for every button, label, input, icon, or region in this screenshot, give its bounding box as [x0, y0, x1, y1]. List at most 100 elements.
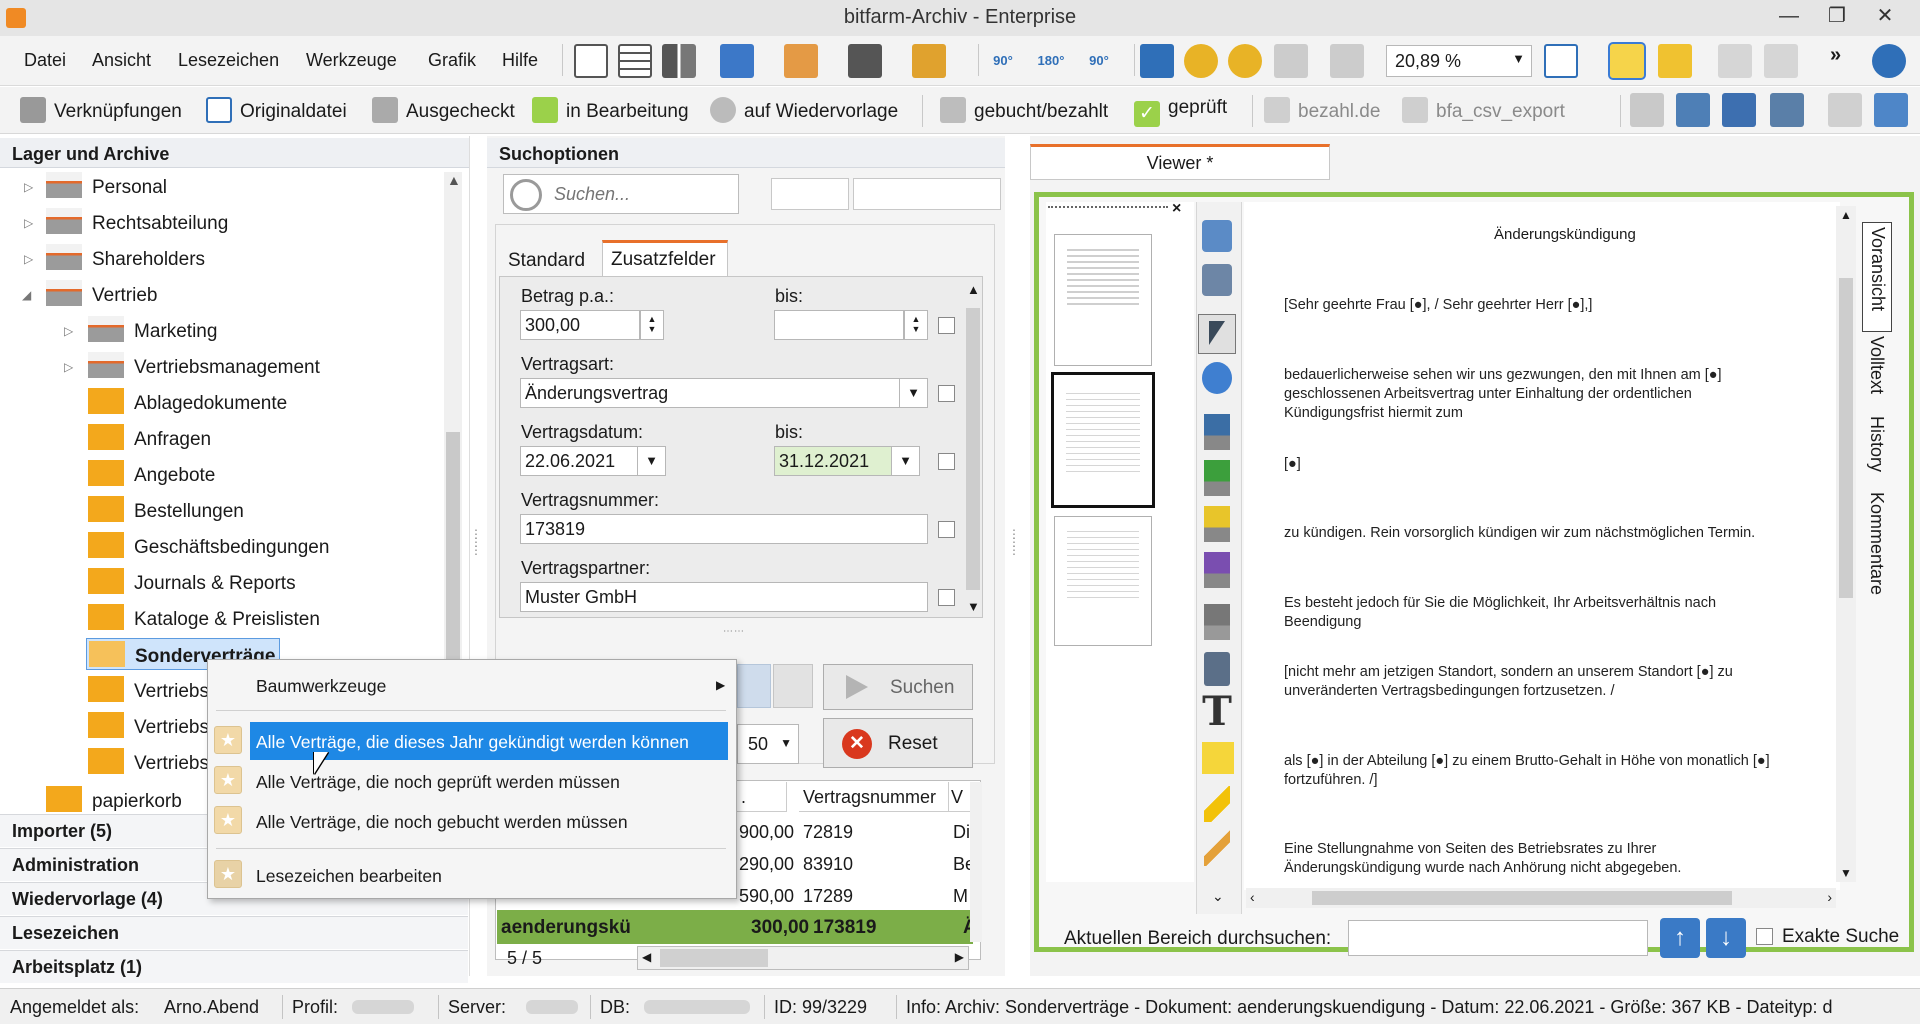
rotate-180-icon[interactable]: 180° [1034, 44, 1068, 78]
tree-item-shareholders[interactable]: Shareholders [46, 244, 205, 278]
vertragsart-checkbox[interactable] [938, 385, 955, 402]
document-edit-icon[interactable] [1764, 44, 1798, 78]
resize-grip[interactable]: ⋯⋯ [723, 626, 767, 637]
search-field-b[interactable] [853, 178, 1001, 210]
highlighter-icon[interactable] [1204, 786, 1230, 822]
doc-lock-icon[interactable] [1874, 93, 1908, 127]
accordion-arbeitsplatz[interactable]: Arbeitsplatz (1) [0, 950, 468, 983]
csv-export-button[interactable]: bfa_csv_export [1402, 97, 1565, 123]
original-file-button[interactable]: Originaldatei [206, 97, 347, 123]
tree-item-anfragen[interactable]: Anfragen [88, 424, 211, 458]
thumbnail-page-3[interactable] [1054, 516, 1152, 646]
tree-item-geschaeftsbedingungen[interactable]: Geschäftsbedingungen [88, 532, 329, 566]
links-button[interactable]: Verknüpfungen [20, 97, 182, 123]
tree-view-icon[interactable] [574, 44, 608, 78]
lock-icon[interactable] [1274, 44, 1308, 78]
list-view-icon[interactable] [618, 44, 652, 78]
betrag-input[interactable]: 300,00 [520, 310, 640, 340]
search-field-a[interactable] [771, 178, 849, 210]
move-tool-icon[interactable] [1202, 362, 1232, 394]
menu-grafik[interactable]: Grafik [428, 50, 476, 71]
menu-item-lesezeichen-bearbeiten[interactable]: Lesezeichen bearbeiten [256, 866, 442, 887]
bookmark-item-pruefen[interactable]: Alle Verträge, die noch geprüft werden m… [256, 772, 620, 793]
stamp-purple-icon[interactable] [1204, 552, 1230, 588]
side-tab-kommentare[interactable]: Kommentare [1866, 492, 1887, 595]
vertragspartner-input[interactable]: Muster GmbH [520, 582, 928, 612]
rotate-left-icon[interactable]: 90° [986, 44, 1020, 78]
tree-item-vertriebs-3[interactable]: Vertriebs [88, 748, 209, 782]
results-header-v[interactable]: V [949, 782, 971, 812]
tree-item-vertriebs-2[interactable]: Vertriebs [88, 712, 209, 746]
bezahl-de-button[interactable]: bezahl.de [1264, 97, 1380, 123]
table-row-selected[interactable]: aenderungskü300,00173819Ä [497, 910, 977, 944]
document-icon[interactable] [1718, 44, 1752, 78]
search-down-button[interactable]: ↓ [1706, 918, 1746, 958]
tree-item-vertriebsmanagement[interactable]: Vertriebsmanagement [88, 352, 320, 386]
splitter-handle[interactable]: ⋮ ⋮ ⋮ [1008, 528, 1020, 574]
resubmission-button[interactable]: auf Wiedervorlage [710, 97, 898, 123]
delete-icon[interactable] [1828, 93, 1862, 127]
menu-ansicht[interactable]: Ansicht [92, 50, 151, 71]
betrag-bis-stepper[interactable]: ▲ ▼ [904, 310, 928, 340]
tile-view-icon[interactable] [662, 44, 696, 78]
unlock-icon[interactable] [1330, 44, 1364, 78]
splitter-handle[interactable]: ⋮ ⋮ ⋮ [470, 528, 482, 574]
pencil-icon[interactable] [1204, 830, 1230, 866]
fit-width-icon[interactable] [1544, 44, 1578, 78]
tree-item-kataloge[interactable]: Kataloge & Preislisten [88, 604, 320, 638]
doc-stamp-icon[interactable] [1630, 93, 1664, 127]
image-stamp-icon[interactable] [1204, 652, 1230, 686]
vertragspartner-checkbox[interactable] [938, 589, 955, 606]
accordion-lesezeichen[interactable]: Lesezeichen [0, 916, 468, 949]
tree-item-rechtsabteilung[interactable]: Rechtsabteilung [46, 208, 228, 242]
booked-paid-button[interactable]: gebucht/bezahlt [940, 97, 1108, 123]
search-box[interactable] [503, 174, 739, 214]
lock-icon[interactable] [1202, 220, 1232, 252]
vertragsdatum-checkbox[interactable] [938, 453, 955, 470]
menu-item-baumwerkzeuge[interactable]: Baumwerkzeuge [256, 676, 386, 697]
doc-meta-icon[interactable] [1770, 93, 1804, 127]
side-tab-volltext[interactable]: Volltext [1866, 336, 1887, 394]
tree-item-vertrieb[interactable]: Vertrieb [46, 280, 157, 314]
key-icon[interactable] [1184, 44, 1218, 78]
mail-icon[interactable] [784, 44, 818, 78]
menu-datei[interactable]: Datei [24, 50, 66, 71]
checked-button[interactable]: ✓ geprüft [1134, 97, 1227, 127]
text-tool-icon[interactable]: T [1200, 692, 1234, 732]
stamp-blue-icon[interactable] [1204, 414, 1230, 450]
form-scrollbar[interactable]: ▲ ▼ [965, 282, 981, 614]
close-button[interactable]: ✕ [1862, 0, 1908, 34]
print-icon[interactable] [848, 44, 882, 78]
save-icon[interactable] [720, 44, 754, 78]
bookmark-item-kuendbar[interactable]: Alle Verträge, die dieses Jahr gekündigt… [256, 732, 689, 753]
doc-settings-icon[interactable] [1202, 264, 1232, 296]
overflow-icon[interactable]: » [1830, 44, 1850, 78]
betrag-checkbox[interactable] [938, 317, 955, 334]
tree-item-bestellungen[interactable]: Bestellungen [88, 496, 244, 530]
results-hscrollbar[interactable]: ◀ ▶ [637, 946, 969, 970]
thumbnail-page-2[interactable] [1051, 372, 1155, 508]
user-lock-icon[interactable] [1658, 44, 1692, 78]
next-page-button[interactable] [773, 664, 813, 708]
reset-button[interactable]: ✕ Reset [823, 718, 973, 768]
select-tool-icon[interactable] [1198, 314, 1236, 354]
clipboard-icon[interactable] [912, 44, 946, 78]
doc-add-icon[interactable] [1722, 93, 1756, 127]
tree-item-angebote[interactable]: Angebote [88, 460, 215, 494]
bookmark-item-buchen[interactable]: Alle Verträge, die noch gebucht werden m… [256, 812, 628, 833]
thumbnail-page-1[interactable] [1054, 234, 1152, 366]
document-vscrollbar[interactable]: ▲ ▼ [1836, 206, 1856, 882]
stamp-gray-icon[interactable] [1204, 604, 1230, 640]
search-button[interactable]: Suchen [823, 664, 973, 710]
tree-item-marketing[interactable]: Marketing [88, 316, 217, 350]
betrag-bis-input[interactable] [774, 310, 904, 340]
stamp-yellow-icon[interactable] [1204, 506, 1230, 542]
tree-item-vertriebs-1[interactable]: Vertriebs [88, 676, 209, 710]
betrag-stepper[interactable]: ▲ ▼ [640, 310, 664, 340]
side-tab-history[interactable]: History [1866, 416, 1887, 472]
stamp-green-icon[interactable] [1204, 460, 1230, 496]
rotate-right-icon[interactable]: 90° [1082, 44, 1116, 78]
results-header-vertragsnummer[interactable]: Vertragsnummer [799, 782, 949, 812]
zoom-select[interactable]: 20,89 % ▼ [1386, 45, 1532, 77]
vertragsnummer-checkbox[interactable] [938, 521, 955, 538]
